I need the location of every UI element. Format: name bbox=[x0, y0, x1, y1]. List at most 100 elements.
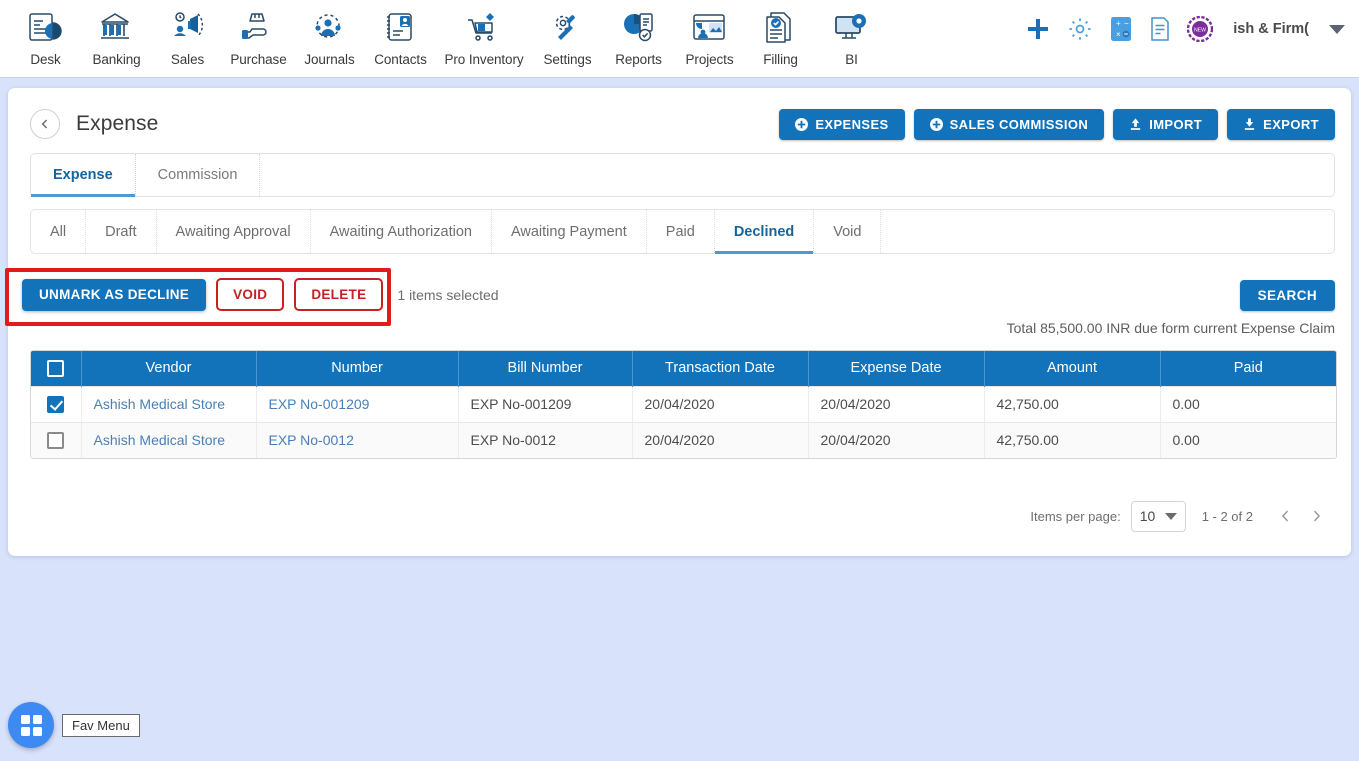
export-button[interactable]: EXPORT bbox=[1227, 108, 1335, 140]
cell-number[interactable]: EXP No-0012 bbox=[256, 421, 459, 458]
search-button[interactable]: SEARCH bbox=[1239, 280, 1335, 311]
subtab-draft[interactable]: Draft bbox=[86, 210, 157, 253]
bi-monitor-icon bbox=[832, 7, 872, 51]
chevron-down-icon bbox=[1164, 512, 1177, 520]
nav-item-banking[interactable]: Banking bbox=[81, 4, 152, 67]
paginator: Items per page: 10 1 - 2 of 2 bbox=[1030, 500, 1333, 532]
gear-wrench-icon bbox=[548, 7, 588, 51]
calculator-icon[interactable]: + − × bbox=[1109, 16, 1133, 42]
header-action-buttons: EXPENSES SALES COMMISSION IMPORT EXPORT bbox=[779, 108, 1335, 140]
top-right-toolbar: + − × NEW ish & Firm( bbox=[1025, 16, 1345, 42]
chevron-down-icon[interactable] bbox=[1329, 24, 1345, 34]
tab-commission[interactable]: Commission bbox=[136, 154, 261, 196]
nav-item-filling[interactable]: Filling bbox=[745, 4, 816, 67]
bank-icon bbox=[100, 13, 129, 39]
column-header-vendor[interactable]: Vendor bbox=[81, 351, 257, 386]
nav-item-journals[interactable]: Journals bbox=[294, 4, 365, 67]
expense-table-container: Vendor Number Bill Number Transaction Date E… bbox=[30, 350, 1337, 459]
download-icon bbox=[1244, 118, 1255, 130]
import-button[interactable]: IMPORT bbox=[1113, 108, 1219, 140]
cell-number[interactable]: EXP No-001209 bbox=[256, 385, 459, 422]
row-checkbox[interactable] bbox=[47, 432, 65, 450]
status-filter-tabs: All Draft Awaiting Approval Awaiting Author… bbox=[30, 209, 1335, 254]
cell-vendor[interactable]: Ashish Medical Store bbox=[81, 385, 257, 422]
gear-wrench-icon bbox=[555, 15, 575, 40]
column-header-amount[interactable]: Amount bbox=[984, 351, 1161, 386]
card-header: Expense EXPENSES SALES COMMISSION IMPORT EX… bbox=[8, 88, 1351, 142]
tab-spacer bbox=[260, 154, 1334, 196]
column-header-transaction-date[interactable]: Transaction Date bbox=[632, 351, 809, 386]
table-body: Ashish Medical Store EXP No-001209 EXP No-… bbox=[31, 385, 1336, 458]
column-header-bill-number[interactable]: Bill Number bbox=[458, 351, 633, 386]
void-button[interactable]: VOID bbox=[216, 278, 285, 311]
grid-menu-icon bbox=[20, 714, 42, 736]
next-page-button[interactable] bbox=[1301, 500, 1333, 532]
subtab-paid[interactable]: Paid bbox=[647, 210, 715, 253]
select-all-checkbox[interactable] bbox=[47, 359, 65, 377]
nav-item-contacts[interactable]: Contacts bbox=[365, 4, 436, 67]
add-plus-icon[interactable] bbox=[1025, 16, 1051, 42]
notes-icon[interactable] bbox=[1149, 16, 1171, 42]
nav-item-label: Purchase bbox=[230, 52, 287, 67]
new-badge-icon[interactable]: NEW bbox=[1187, 16, 1214, 42]
button-label: EXPENSES bbox=[815, 116, 889, 132]
nav-item-bi[interactable]: BI bbox=[816, 4, 887, 67]
fav-menu-button[interactable] bbox=[8, 702, 54, 748]
nav-item-purchase[interactable]: Purchase bbox=[223, 4, 294, 67]
sales-commission-button[interactable]: SALES COMMISSION bbox=[913, 108, 1105, 140]
cell-amount: 42,750.00 bbox=[984, 421, 1161, 458]
plus-circle-icon bbox=[929, 117, 943, 131]
nav-item-pro-inventory[interactable]: Pro Inventory bbox=[436, 4, 532, 67]
tab-expense[interactable]: Expense bbox=[31, 154, 136, 197]
nav-item-settings[interactable]: Settings bbox=[532, 4, 603, 67]
back-button[interactable] bbox=[30, 109, 60, 139]
expenses-button[interactable]: EXPENSES bbox=[779, 108, 905, 140]
chevron-left-icon bbox=[41, 119, 48, 129]
subtab-awaiting-payment[interactable]: Awaiting Payment bbox=[492, 210, 647, 253]
nav-item-desk[interactable]: Desk bbox=[10, 4, 81, 67]
items-per-page-select[interactable]: 10 bbox=[1130, 500, 1186, 532]
table-row[interactable]: Ashish Medical Store EXP No-001209 EXP No-… bbox=[31, 385, 1336, 422]
cell-vendor[interactable]: Ashish Medical Store bbox=[81, 421, 257, 458]
main-tabs: Expense Commission bbox=[30, 153, 1335, 197]
cell-bill-number: EXP No-001209 bbox=[458, 385, 633, 422]
column-header-expense-date[interactable]: Expense Date bbox=[808, 351, 985, 386]
delete-button[interactable]: DELETE bbox=[294, 278, 384, 311]
row-checkbox[interactable] bbox=[47, 395, 65, 413]
page-range-label: 1 - 2 of 2 bbox=[1201, 508, 1253, 524]
cell-transaction-date: 20/04/2020 bbox=[632, 421, 809, 458]
subtab-label: Draft bbox=[105, 223, 137, 240]
nav-item-label: Sales bbox=[170, 52, 205, 67]
people-gear-icon bbox=[310, 7, 350, 51]
nav-item-sales[interactable]: Sales bbox=[152, 4, 223, 67]
cell-paid: 0.00 bbox=[1160, 385, 1336, 422]
subtab-label: Awaiting Approval bbox=[175, 223, 291, 240]
bank-icon bbox=[97, 7, 137, 51]
table-row[interactable]: Ashish Medical Store EXP No-0012 EXP No-00… bbox=[31, 421, 1336, 458]
previous-page-button[interactable] bbox=[1269, 500, 1301, 532]
nav-item-projects[interactable]: Projects bbox=[674, 4, 745, 67]
projects-board-icon bbox=[692, 14, 725, 40]
nav-item-list: Desk Banking Sales Purchase Journals Contacts… bbox=[10, 4, 887, 67]
subtab-declined[interactable]: Declined bbox=[714, 210, 815, 254]
unmark-as-decline-button[interactable]: UNMARK AS DECLINE bbox=[22, 278, 207, 311]
nav-item-label: Reports bbox=[615, 52, 662, 67]
row-select-cell bbox=[31, 421, 82, 458]
inventory-cart-icon bbox=[468, 13, 494, 41]
select-all-header bbox=[31, 351, 82, 386]
nav-item-reports[interactable]: Reports bbox=[603, 4, 674, 67]
selected-count-label: 1 items selected bbox=[397, 286, 499, 303]
subtab-label: Void bbox=[833, 223, 862, 240]
subtab-void[interactable]: Void bbox=[814, 210, 882, 253]
subtab-awaiting-authorization[interactable]: Awaiting Authorization bbox=[311, 210, 492, 253]
subtab-all[interactable]: All bbox=[31, 210, 87, 253]
nav-item-label: Desk bbox=[30, 52, 61, 67]
column-header-paid[interactable]: Paid bbox=[1160, 351, 1336, 386]
bulk-action-row: UNMARK AS DECLINE VOID DELETE 1 items se… bbox=[22, 278, 499, 311]
subtab-awaiting-approval[interactable]: Awaiting Approval bbox=[157, 210, 311, 253]
megaphone-icon bbox=[173, 12, 203, 37]
settings-gear-icon[interactable] bbox=[1067, 16, 1093, 42]
nav-item-label: Settings bbox=[543, 52, 592, 67]
column-header-number[interactable]: Number bbox=[256, 351, 459, 386]
subtab-label: All bbox=[50, 223, 67, 240]
